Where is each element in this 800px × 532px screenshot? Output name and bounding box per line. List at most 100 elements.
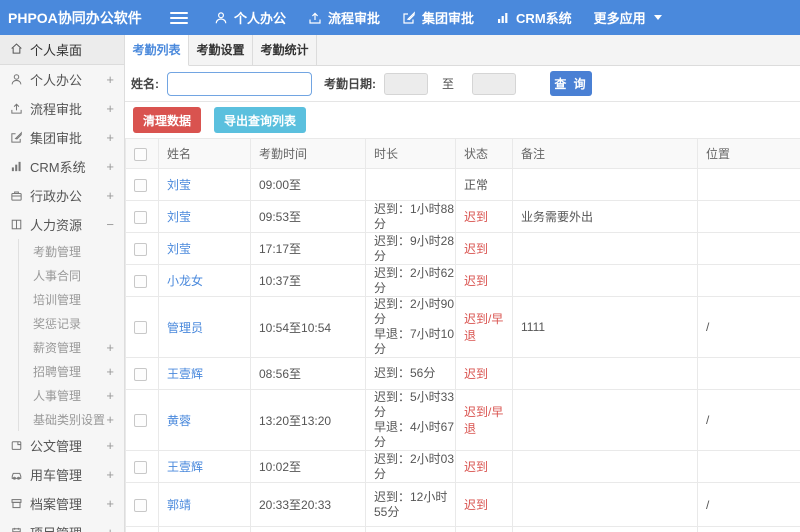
clean-data-button[interactable]: 清理数据 xyxy=(133,107,202,133)
tab-attendance-list[interactable]: 考勤列表 xyxy=(125,35,189,66)
row-checkbox[interactable] xyxy=(134,414,147,428)
export-list-button[interactable]: 导出查询列表 xyxy=(214,107,307,133)
expand-icon[interactable]: + xyxy=(106,364,114,379)
edit-icon xyxy=(402,10,416,25)
col-name: 姓名 xyxy=(158,138,251,169)
status-badge: 迟到 xyxy=(455,450,513,483)
car-icon xyxy=(10,468,23,481)
employee-name-link[interactable]: 黄蓉 xyxy=(167,414,191,428)
expand-icon[interactable]: + xyxy=(106,340,114,355)
row-checkbox[interactable] xyxy=(134,274,147,288)
table-header-row: 姓名 考勤时间 时长 状态 备注 位置 xyxy=(125,138,800,169)
table-row: 黄蓉 20:32至20:32 迟到：12小时53分 迟到 / xyxy=(125,526,800,532)
table-row: 王壹辉 08:56至 迟到：56分 迟到 xyxy=(125,357,800,390)
expand-icon[interactable]: + xyxy=(106,388,114,403)
date-from-input[interactable] xyxy=(384,72,428,95)
row-checkbox[interactable] xyxy=(134,178,147,192)
edit-icon xyxy=(10,131,23,144)
nav-more-apps[interactable]: 更多应用 xyxy=(594,8,662,27)
sidebar-subitem-hr-contract[interactable]: 人事合同 xyxy=(19,263,124,287)
expand-icon[interactable]: + xyxy=(106,525,114,532)
table-row: 刘莹 09:53至 迟到：1小时88分 迟到 业务需要外出 xyxy=(125,200,800,233)
employee-name-link[interactable]: 刘莹 xyxy=(167,242,191,256)
sidebar-subitem-salary-mgmt[interactable]: 薪资管理 + xyxy=(19,335,124,359)
sidebar-item-group-approval[interactable]: 集团审批 + xyxy=(0,123,124,152)
status-badge: 迟到 xyxy=(455,200,513,233)
sidebar-item-archive-mgmt[interactable]: 档案管理 + xyxy=(0,489,124,518)
tabbar: 考勤列表 考勤设置 考勤统计 xyxy=(125,35,800,66)
row-checkbox[interactable] xyxy=(134,460,147,474)
collapse-icon[interactable]: − xyxy=(106,217,114,232)
nav-label: CRM系统 xyxy=(516,11,572,26)
attendance-time: 09:53至 xyxy=(250,200,366,233)
location-cell xyxy=(697,232,800,265)
row-checkbox[interactable] xyxy=(134,242,147,256)
hr-submenu: 考勤管理 人事合同 培训管理 奖惩记录 薪资管理 + 招聘管理 + 人事管理 +… xyxy=(18,239,124,431)
row-checkbox[interactable] xyxy=(134,210,147,224)
expand-icon[interactable]: + xyxy=(106,438,114,453)
table-row: 管理员 10:54至10:54 迟到：2小时90分 早退：7小时10分 迟到/早退… xyxy=(125,296,800,358)
date-to-input[interactable] xyxy=(472,72,517,95)
nav-label: 流程审批 xyxy=(328,11,381,26)
sidebar-item-crm-system[interactable]: CRM系统 + xyxy=(0,152,124,181)
status-badge: 迟到/早退 xyxy=(455,389,513,451)
nav-label: 更多应用 xyxy=(593,11,646,26)
nav-workflow-approval[interactable]: 流程审批 xyxy=(308,8,380,27)
employee-name-link[interactable]: 刘莹 xyxy=(167,210,191,224)
sidebar-item-desktop[interactable]: 个人桌面 xyxy=(0,35,124,65)
row-checkbox[interactable] xyxy=(134,321,147,335)
expand-icon[interactable]: + xyxy=(106,467,114,482)
employee-name-link[interactable]: 王壹辉 xyxy=(167,460,203,474)
location-cell xyxy=(697,264,800,297)
table-row: 王壹辉 10:02至 迟到：2小时03分 迟到 xyxy=(125,450,800,483)
person-icon xyxy=(10,73,23,86)
expand-icon[interactable]: + xyxy=(106,412,114,427)
sidebar-item-admin-office[interactable]: 行政办公 + xyxy=(0,181,124,210)
expand-icon[interactable]: + xyxy=(106,130,114,145)
expand-icon[interactable]: + xyxy=(106,72,114,87)
employee-name-link[interactable]: 管理员 xyxy=(167,321,203,335)
nav-crm-system[interactable]: CRM系统 xyxy=(496,8,572,27)
sidebar-subitem-training-mgmt[interactable]: 培训管理 xyxy=(19,287,124,311)
tab-attendance-stats[interactable]: 考勤统计 xyxy=(253,35,317,65)
status-badge: 迟到/早退 xyxy=(455,296,513,358)
expand-icon[interactable]: + xyxy=(106,101,114,116)
app-window: PHPOA协同办公软件 个人办公 流程审批 集团审批 CRM系统 更多应用 个人… xyxy=(0,0,800,532)
sidebar-item-document-mgmt[interactable]: 公文管理 + xyxy=(0,431,124,460)
sidebar-subitem-base-category[interactable]: 基础类别设置 + xyxy=(19,407,124,431)
sidebar-subitem-attendance-mgmt[interactable]: 考勤管理 xyxy=(19,239,124,263)
caret-down-icon xyxy=(653,15,662,20)
note-cell xyxy=(512,482,698,527)
sidebar-subitem-personnel-mgmt[interactable]: 人事管理 + xyxy=(19,383,124,407)
flow-icon xyxy=(10,102,23,115)
sidebar-item-personal-office[interactable]: 个人办公 + xyxy=(0,65,124,94)
nav-personal-office[interactable]: 个人办公 xyxy=(214,8,286,27)
expand-icon[interactable]: + xyxy=(106,496,114,511)
employee-name-link[interactable]: 郭靖 xyxy=(167,498,191,512)
chart-icon xyxy=(496,11,510,25)
attendance-time: 08:56至 xyxy=(250,357,366,390)
expand-icon[interactable]: + xyxy=(106,188,114,203)
note-cell: 业务需要外出 xyxy=(512,200,698,233)
name-input[interactable] xyxy=(167,71,312,96)
row-checkbox[interactable] xyxy=(134,367,147,381)
archive-icon xyxy=(10,497,23,510)
sidebar-item-human-resources[interactable]: 人力资源 − xyxy=(0,210,124,239)
location-cell xyxy=(697,357,800,390)
select-all-checkbox[interactable] xyxy=(134,147,147,161)
sidebar-subitem-recruit-mgmt[interactable]: 招聘管理 + xyxy=(19,359,124,383)
tab-attendance-settings[interactable]: 考勤设置 xyxy=(189,35,253,65)
sidebar-subitem-reward-punish[interactable]: 奖惩记录 xyxy=(19,311,124,335)
employee-name-link[interactable]: 刘莹 xyxy=(167,178,191,192)
expand-icon[interactable]: + xyxy=(106,159,114,174)
row-checkbox[interactable] xyxy=(134,498,147,512)
note-cell xyxy=(512,450,698,483)
employee-name-link[interactable]: 小龙女 xyxy=(167,274,203,288)
sidebar-item-project-mgmt[interactable]: 项目管理 + xyxy=(0,518,124,532)
menu-toggle-icon[interactable] xyxy=(170,11,188,24)
sidebar-item-vehicle-mgmt[interactable]: 用车管理 + xyxy=(0,460,124,489)
nav-group-approval[interactable]: 集团审批 xyxy=(402,8,474,27)
sidebar-item-workflow-approval[interactable]: 流程审批 + xyxy=(0,94,124,123)
employee-name-link[interactable]: 王壹辉 xyxy=(167,367,203,381)
search-button[interactable]: 查 询 xyxy=(550,71,593,96)
